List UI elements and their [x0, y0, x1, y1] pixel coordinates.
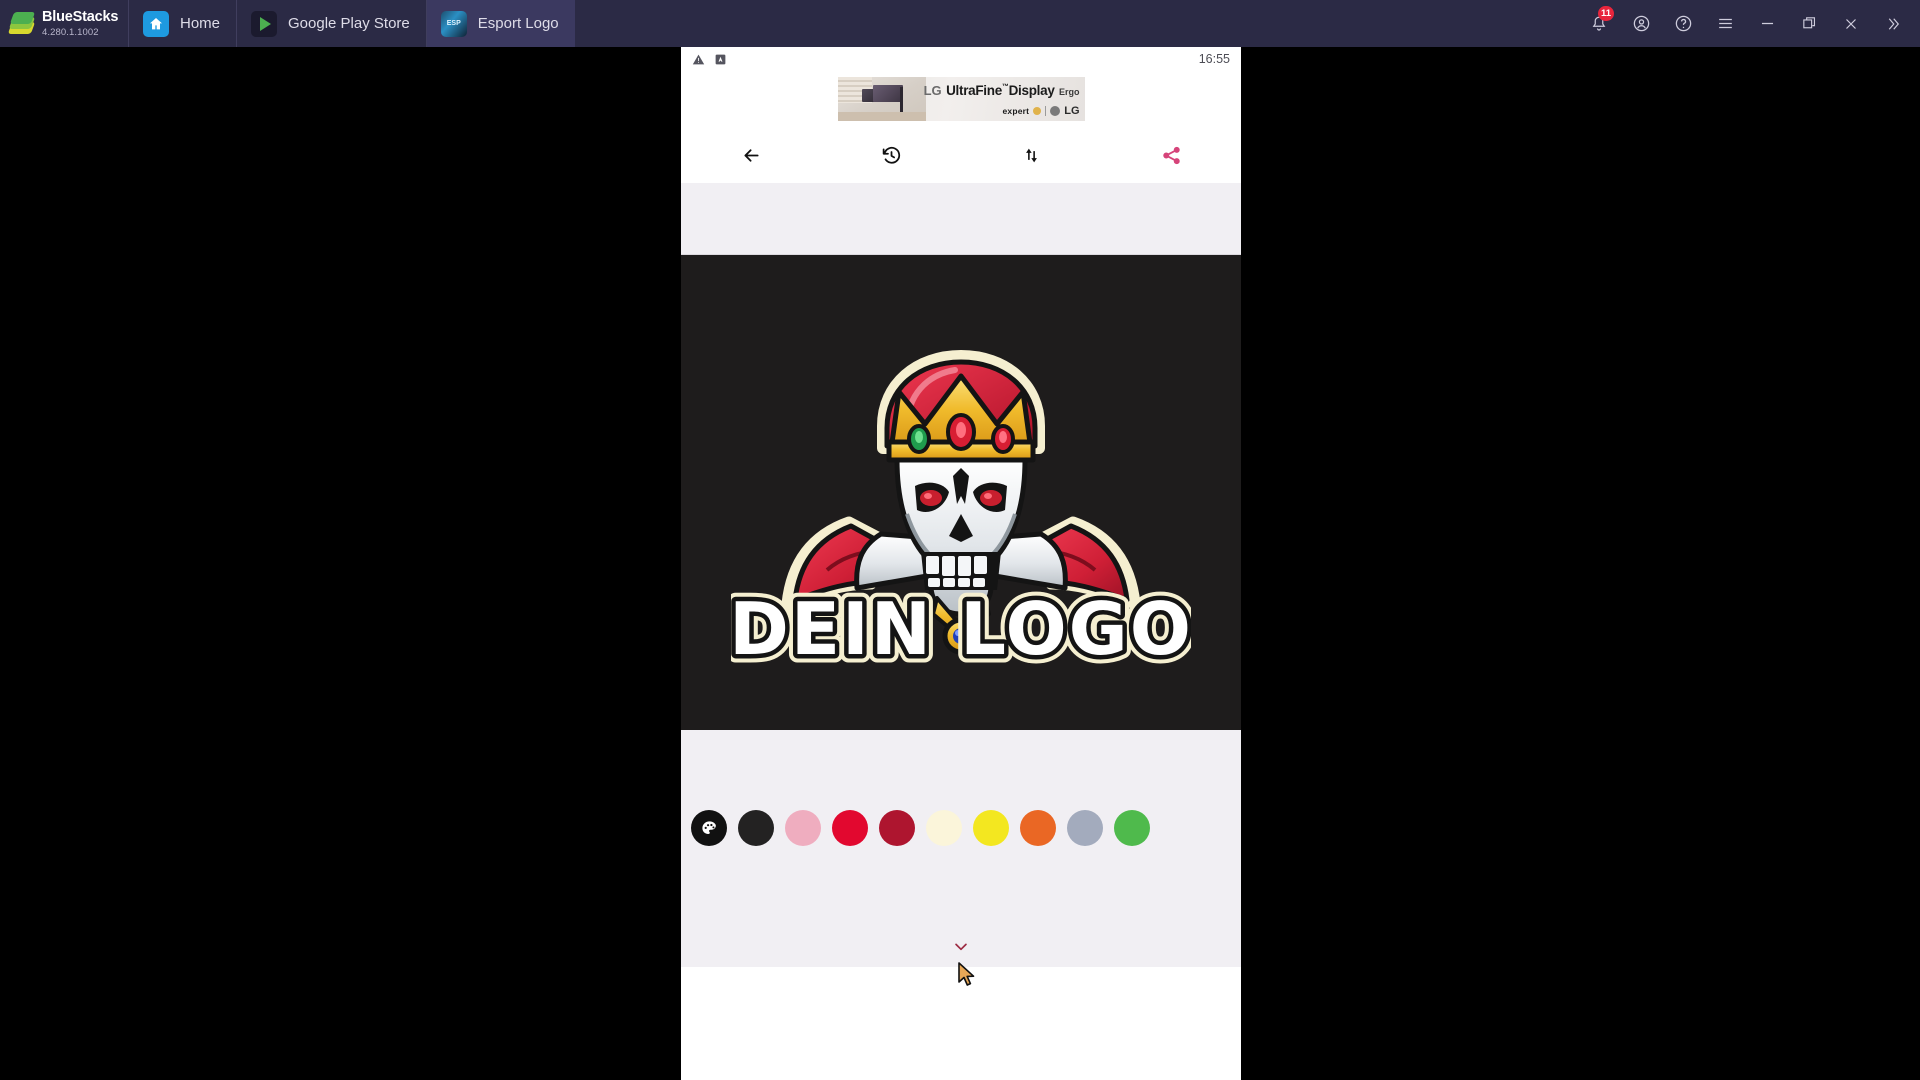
bluestacks-logo-icon: [7, 11, 36, 37]
collapse-panel-button[interactable]: [681, 938, 1241, 955]
bluestacks-title: BlueStacks: [42, 9, 119, 25]
bluestacks-brand: BlueStacks 4.280.1.1002: [0, 0, 128, 47]
tab-google-play-store-label: Google Play Store: [288, 15, 410, 32]
android-status-bar: 16:55: [681, 47, 1241, 71]
logo-canvas[interactable]: DEIN LOGO DEIN LOGO DEIN LOGO: [681, 255, 1241, 730]
logo-text: DEIN LOGO: [731, 587, 1191, 671]
close-icon[interactable]: [1830, 0, 1872, 47]
home-icon: [143, 10, 169, 37]
share-button[interactable]: [1101, 145, 1241, 166]
swatch-dark-red[interactable]: [879, 810, 915, 846]
swatch-cream[interactable]: [926, 810, 962, 846]
ad-retailer-label: expert: [1002, 106, 1030, 116]
tab-home-label: Home: [180, 15, 221, 32]
swatch-pink[interactable]: [785, 810, 821, 846]
titlebar-spacer: [575, 0, 1578, 47]
color-picker-panel: [681, 730, 1241, 967]
tab-esport-logo-label: Esport Logo: [477, 15, 559, 32]
ad-brand2-label: LG: [1064, 105, 1080, 117]
lg-ultrafine-ad-banner[interactable]: LG UltraFine™Display Ergo expert LG: [837, 77, 1085, 121]
ad-divider: [1045, 106, 1047, 116]
color-swatch-row: [681, 810, 1241, 846]
android-app-window: 16:55 LG UltraFine™Display Ergo expert L…: [681, 47, 1241, 1080]
tab-home[interactable]: Home: [128, 0, 236, 47]
app-notification-icon: [714, 53, 727, 66]
ad-banner-container[interactable]: LG UltraFine™Display Ergo expert LG: [681, 71, 1241, 127]
bluestacks-titlebar: BlueStacks 4.280.1.1002 Home Google Play…: [0, 0, 1920, 47]
ad-product-label: UltraFine: [946, 83, 1002, 98]
history-button[interactable]: [821, 145, 961, 166]
ad-product2-label: Display: [1008, 83, 1055, 98]
tab-google-play-store[interactable]: Google Play Store: [236, 0, 426, 47]
minimize-icon[interactable]: [1746, 0, 1788, 47]
swatch-black[interactable]: [738, 810, 774, 846]
reorder-button[interactable]: [961, 145, 1101, 166]
menu-icon[interactable]: [1704, 0, 1746, 47]
editor-options-panel: [681, 183, 1241, 255]
swatch-green[interactable]: [1114, 810, 1150, 846]
notification-badge: 11: [1597, 6, 1614, 21]
play-store-icon: [251, 10, 278, 37]
expand-chevrons-icon[interactable]: [1872, 0, 1914, 47]
back-button[interactable]: [681, 145, 821, 166]
maximize-icon[interactable]: [1788, 0, 1830, 47]
help-icon[interactable]: [1662, 0, 1704, 47]
account-icon[interactable]: [1620, 0, 1662, 47]
skull-king-mascot: DEIN LOGO DEIN LOGO DEIN LOGO: [731, 308, 1191, 679]
swatch-yellow[interactable]: [973, 810, 1009, 846]
color-palette-button[interactable]: [691, 810, 727, 846]
ad-variant-label: Ergo: [1058, 87, 1080, 97]
titlebar-controls: 11: [1578, 0, 1920, 47]
chevron-down-icon: [955, 943, 967, 951]
ad-retailer-icon: [1033, 107, 1042, 115]
notifications-bell-icon[interactable]: 11: [1578, 0, 1620, 47]
swatch-blue-gray[interactable]: [1067, 810, 1103, 846]
swatch-orange[interactable]: [1020, 810, 1056, 846]
ad-text-block: LG UltraFine™Display Ergo expert LG: [923, 83, 1080, 117]
warning-triangle-icon: [692, 53, 705, 66]
ad-brand-label: LG: [923, 83, 942, 98]
status-bar-clock: 16:55: [1198, 52, 1230, 66]
ad-product-photo: [837, 77, 926, 121]
editor-toolbar: [681, 127, 1241, 183]
swatch-red[interactable]: [832, 810, 868, 846]
logo-wordmark: DEIN LOGO DEIN LOGO DEIN LOGO: [731, 578, 1191, 679]
ad-lg-circle-icon: [1050, 106, 1061, 116]
esport-logo-icon: ESP: [440, 10, 467, 37]
bluestacks-version: 4.280.1.1002: [42, 26, 99, 38]
tab-esport-logo[interactable]: ESP Esport Logo: [425, 0, 575, 47]
